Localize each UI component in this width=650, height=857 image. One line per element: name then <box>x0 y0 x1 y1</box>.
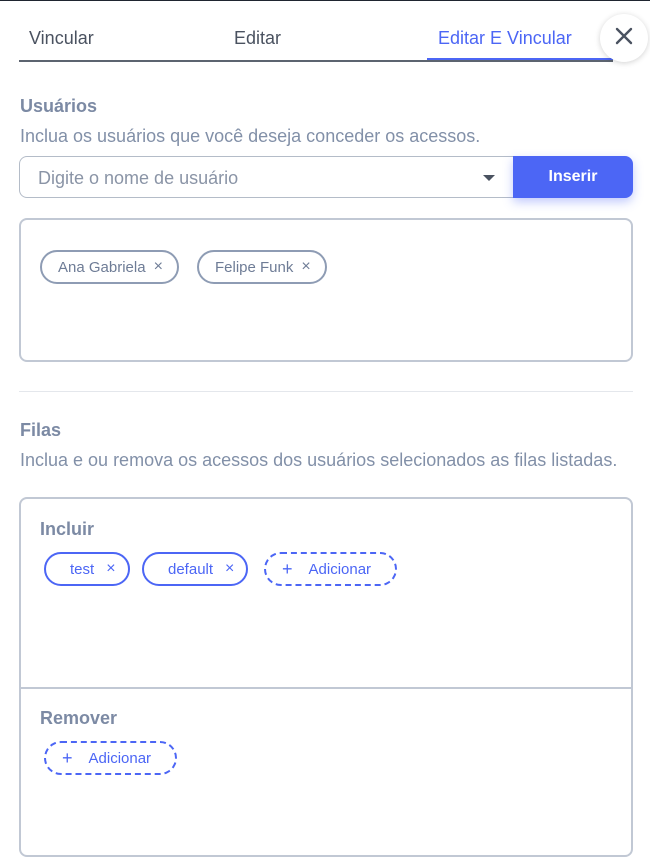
user-search-input[interactable] <box>36 157 480 199</box>
user-chip-label: Felipe Funk <box>215 258 294 276</box>
add-label: Adicionar <box>88 749 152 767</box>
add-remove-queue-button[interactable]: + Adicionar <box>44 741 178 775</box>
users-section-description: Inclua os usuários que você deseja conce… <box>20 126 481 146</box>
include-title: Incluir <box>40 519 95 539</box>
user-search-combobox[interactable] <box>19 156 515 199</box>
user-chip-label: Ana Gabriela <box>58 258 146 276</box>
remove-chip-icon[interactable]: × <box>154 258 163 276</box>
selected-users-box: Ana Gabriela × Felipe Funk × <box>19 218 633 362</box>
queue-chip-label: default <box>168 560 214 578</box>
add-label: Adicionar <box>308 560 372 578</box>
active-tab-indicator <box>427 58 613 60</box>
remove-chip-icon[interactable]: × <box>225 560 234 578</box>
tab-editar-e-vincular[interactable]: Editar E Vincular <box>438 28 572 49</box>
queues-section-description: Inclua e ou remova os acessos dos usuári… <box>20 450 618 470</box>
plus-icon: + <box>282 558 293 579</box>
close-button[interactable] <box>600 14 648 62</box>
chevron-down-icon[interactable] <box>483 175 495 181</box>
users-section-title: Usuários <box>20 96 98 116</box>
include-remove-separator <box>21 687 631 689</box>
insert-button[interactable]: Inserir <box>513 156 633 198</box>
section-divider <box>19 391 633 392</box>
queues-section-title: Filas <box>20 420 62 440</box>
tab-vincular[interactable]: Vincular <box>29 28 94 49</box>
window-top-border <box>0 0 650 1</box>
queue-chip: default × <box>142 552 249 586</box>
queue-chip: test × <box>44 552 130 586</box>
add-include-queue-button[interactable]: + Adicionar <box>264 552 398 586</box>
tab-editar[interactable]: Editar <box>234 28 281 49</box>
remove-chip-icon[interactable]: × <box>106 560 115 578</box>
remove-title: Remover <box>40 708 118 728</box>
user-chip: Felipe Funk × <box>197 250 327 284</box>
queues-box: Incluir test × default × + Adicionar Rem… <box>19 497 633 857</box>
tab-bar: Vincular Editar Editar E Vincular <box>19 20 613 62</box>
user-chip: Ana Gabriela × <box>40 250 179 284</box>
queue-chip-label: test <box>70 560 95 578</box>
plus-icon: + <box>62 747 73 768</box>
remove-chip-icon[interactable]: × <box>301 258 310 276</box>
close-icon <box>614 26 634 51</box>
